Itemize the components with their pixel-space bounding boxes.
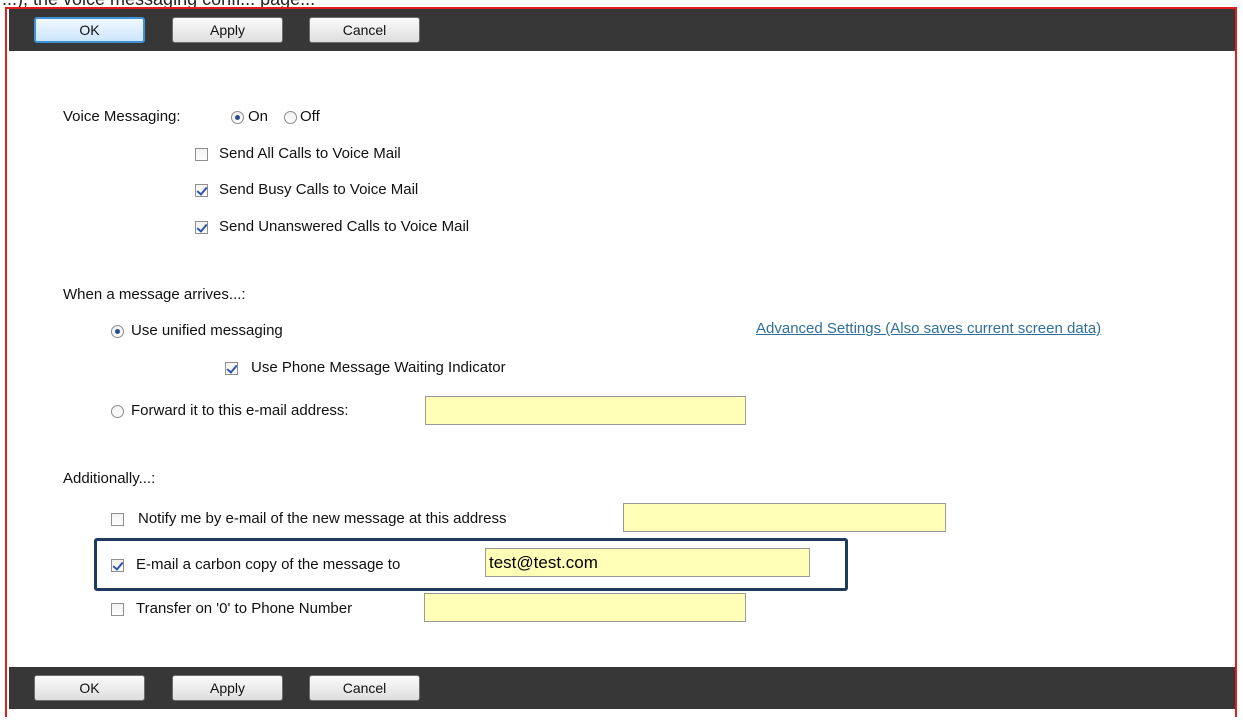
transfer-zero-label: Transfer on '0' to Phone Number bbox=[136, 600, 353, 617]
carbon-copy-email-input[interactable] bbox=[485, 548, 810, 577]
transfer-zero-checkbox[interactable] bbox=[111, 603, 124, 616]
voice-messaging-label: Voice Messaging: bbox=[63, 108, 181, 125]
top-toolbar: OK Apply Cancel bbox=[9, 9, 1235, 51]
unified-messaging-label: Use unified messaging bbox=[131, 322, 283, 339]
voice-messaging-on-label: On bbox=[248, 108, 269, 125]
send-busy-calls-label: Send Busy Calls to Voice Mail bbox=[219, 181, 419, 198]
message-waiting-indicator-label: Use Phone Message Waiting Indicator bbox=[251, 359, 506, 376]
send-unanswered-calls-label: Send Unanswered Calls to Voice Mail bbox=[219, 218, 470, 235]
notify-email-input[interactable] bbox=[623, 503, 946, 532]
send-unanswered-calls-checkbox[interactable] bbox=[195, 221, 208, 234]
notify-email-label: Notify me by e-mail of the new message a… bbox=[138, 510, 507, 527]
message-arrives-heading: When a message arrives...: bbox=[63, 286, 246, 303]
advanced-settings-link[interactable]: Advanced Settings (Also saves current sc… bbox=[756, 319, 1101, 339]
cancel-button[interactable]: Cancel bbox=[309, 17, 420, 43]
carbon-copy-checkbox[interactable] bbox=[111, 559, 124, 572]
message-waiting-indicator-checkbox[interactable] bbox=[225, 362, 238, 375]
cancel-button-bottom[interactable]: Cancel bbox=[309, 675, 420, 701]
transfer-phone-input[interactable] bbox=[424, 593, 746, 622]
apply-button[interactable]: Apply bbox=[172, 17, 283, 43]
ok-button-bottom[interactable]: OK bbox=[34, 675, 145, 701]
send-all-calls-checkbox[interactable] bbox=[195, 148, 208, 161]
forward-email-input[interactable] bbox=[425, 396, 746, 425]
unified-messaging-radio[interactable] bbox=[111, 325, 124, 338]
voice-messaging-off-label: Off bbox=[300, 108, 320, 125]
voice-messaging-off-radio[interactable] bbox=[284, 111, 297, 124]
send-busy-calls-checkbox[interactable] bbox=[195, 184, 208, 197]
apply-button-bottom[interactable]: Apply bbox=[172, 675, 283, 701]
send-all-calls-label: Send All Calls to Voice Mail bbox=[219, 145, 401, 162]
additionally-heading: Additionally...: bbox=[63, 470, 156, 487]
carbon-copy-label: E-mail a carbon copy of the message to bbox=[136, 556, 401, 573]
forward-email-radio[interactable] bbox=[111, 405, 124, 418]
ok-button[interactable]: OK bbox=[34, 17, 145, 43]
voice-messaging-on-radio[interactable] bbox=[231, 111, 244, 124]
bottom-toolbar: OK Apply Cancel bbox=[9, 667, 1235, 709]
forward-email-label: Forward it to this e-mail address: bbox=[131, 402, 349, 419]
notify-email-checkbox[interactable] bbox=[111, 513, 124, 526]
